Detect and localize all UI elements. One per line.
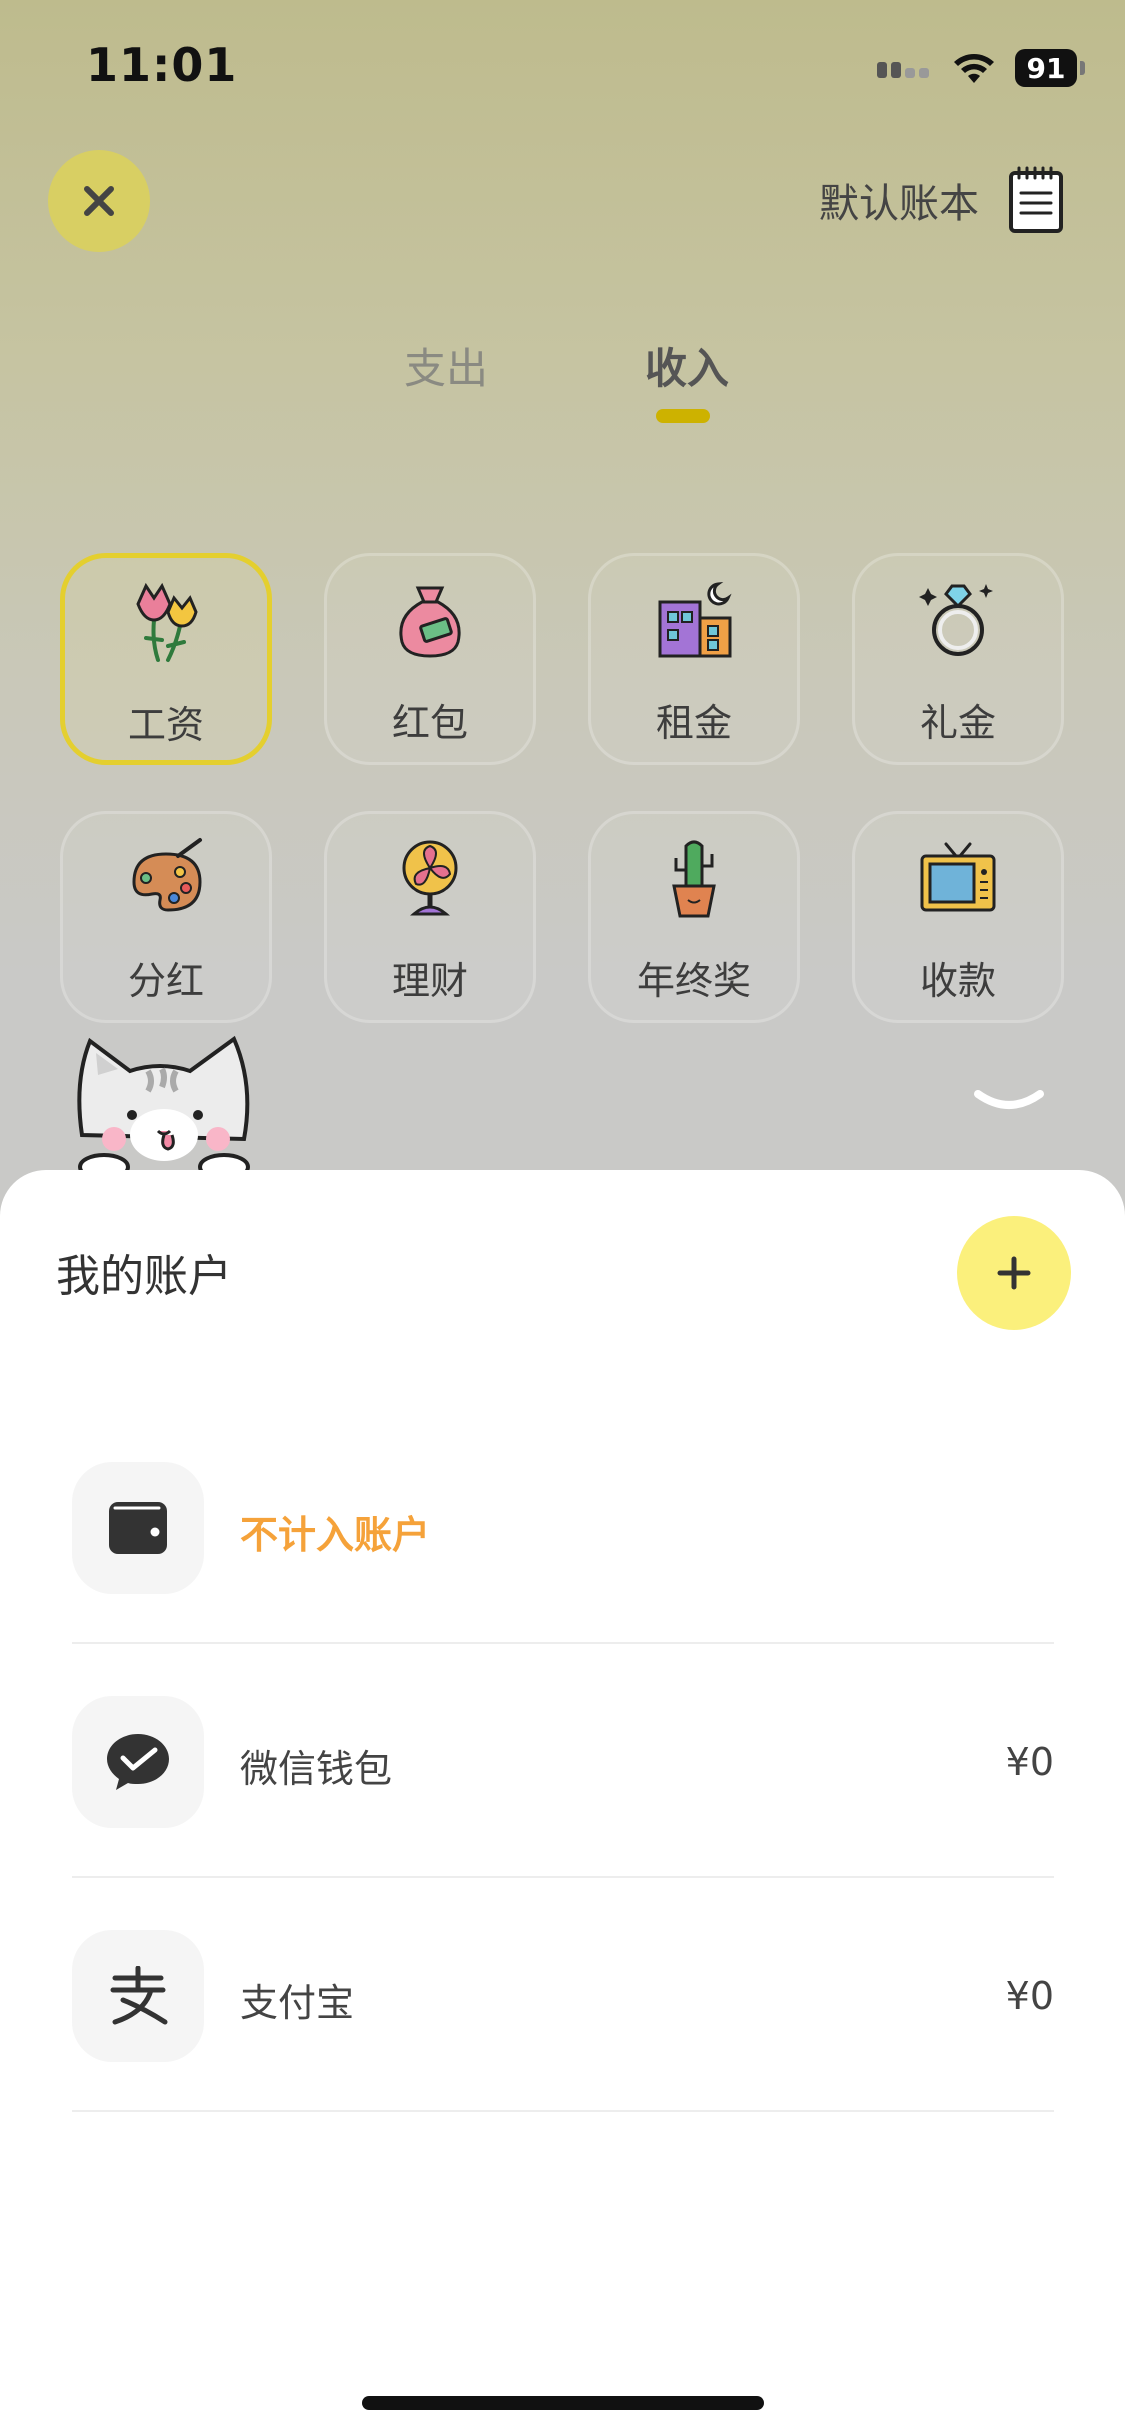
plus-icon	[997, 1256, 1031, 1290]
alipay-icon	[110, 1966, 168, 2025]
money-bag-icon	[399, 586, 461, 658]
account-balance: ¥0	[1005, 1974, 1054, 2018]
category-label: 分红	[127, 959, 204, 1003]
category-rent[interactable]: 租金	[588, 553, 800, 765]
tab-expense[interactable]: 支出	[404, 335, 488, 396]
wifi-icon	[954, 54, 994, 83]
category-label: 收款	[919, 959, 996, 1003]
battery-tip	[1080, 61, 1085, 75]
cactus-icon	[672, 840, 716, 918]
palette-icon	[132, 838, 202, 912]
fan-icon	[402, 840, 458, 916]
account-row-excluded[interactable]: 不计入账户	[72, 1410, 1054, 1644]
category-gift-money[interactable]: 礼金	[852, 553, 1064, 765]
buildings-icon	[658, 582, 732, 658]
category-label: 红包	[391, 701, 468, 745]
category-year-end-bonus[interactable]: 年终奖	[588, 811, 800, 1023]
add-account-button[interactable]	[957, 1216, 1071, 1330]
battery-icon: 91	[1015, 49, 1077, 87]
cat-mascot-icon	[68, 1035, 288, 1175]
account-icon-box	[72, 1462, 204, 1594]
category-label: 理财	[391, 959, 468, 1003]
account-row-alipay[interactable]: 支付宝 ¥0	[72, 1878, 1054, 2112]
sheet-title: 我的账户	[56, 1251, 232, 1302]
chevron-down-icon[interactable]	[972, 1086, 1046, 1116]
category-label: 租金	[655, 701, 732, 745]
flowers-icon	[136, 582, 198, 662]
category-salary[interactable]: 工资	[60, 553, 272, 765]
status-icons: 91	[877, 48, 1085, 88]
account-row-wechat[interactable]: 微信钱包 ¥0	[72, 1644, 1054, 1878]
close-button[interactable]	[48, 150, 150, 252]
home-indicator[interactable]	[362, 2396, 764, 2410]
account-sheet: 我的账户 不计入账户 微信钱包 ¥0 支付宝 ¥0	[0, 1170, 1125, 2436]
cellular-signal-icon	[877, 62, 929, 78]
category-dividend[interactable]: 分红	[60, 811, 272, 1023]
category-investment[interactable]: 理财	[324, 811, 536, 1023]
wallet-icon	[109, 1502, 167, 1554]
account-name: 不计入账户	[240, 1513, 431, 1557]
tab-income[interactable]: 收入	[645, 335, 729, 396]
active-tab-indicator	[656, 409, 710, 423]
notebook-icon	[1009, 166, 1063, 233]
account-icon-box	[72, 1696, 204, 1828]
close-icon	[84, 186, 114, 216]
status-time: 11:01	[86, 38, 238, 92]
ledger-label: 默认账本	[819, 181, 979, 227]
wechat-pay-icon	[107, 1734, 169, 1790]
category-grid: 工资 红包 租金 礼金 分红 理财 年终奖 收款	[60, 553, 1065, 1023]
account-balance: ¥0	[1005, 1740, 1054, 1784]
category-label: 年终奖	[636, 959, 751, 1003]
category-red-packet[interactable]: 红包	[324, 553, 536, 765]
account-name: 微信钱包	[240, 1747, 393, 1791]
category-label: 工资	[127, 703, 204, 747]
account-icon-box	[72, 1930, 204, 2062]
diamond-ring-icon	[919, 584, 993, 656]
type-tabs: 支出 收入	[0, 335, 1125, 445]
tv-icon	[920, 842, 996, 912]
battery-level: 91	[1026, 51, 1066, 85]
category-label: 礼金	[919, 701, 996, 745]
ledger-selector[interactable]: 默认账本	[819, 165, 1065, 235]
account-name: 支付宝	[240, 1981, 355, 2025]
category-payment-received[interactable]: 收款	[852, 811, 1064, 1023]
